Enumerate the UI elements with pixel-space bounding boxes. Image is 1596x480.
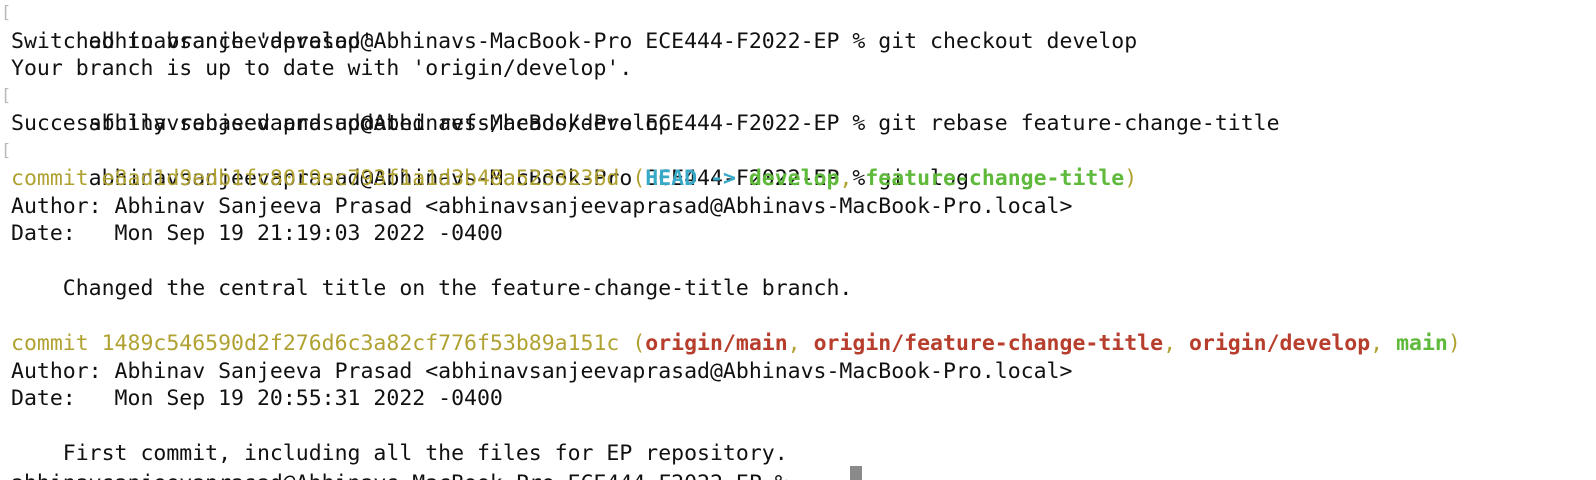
terminal-window[interactable]: [ abhinavsanjeevaprasad@Abhinavs-MacBook-… — [0, 0, 1596, 480]
author-line: Author: Abhinav Sanjeeva Prasad <abhinav… — [11, 193, 1073, 219]
prompt-line-rebase: [abhinavsanjeevaprasad@Abhinavs-MacBook-… — [0, 83, 1596, 137]
remote-ref: origin/develop — [1188, 331, 1371, 356]
commit-line: commit 1489c546590d2f276d6c3a82cf776f53b… — [11, 331, 1461, 356]
commit-message: Changed the central title on the feature… — [11, 276, 853, 301]
line-mark-bracket: [ — [1, 140, 12, 161]
line-mark-bracket: [ — [1, 3, 12, 23]
author-line: Author: Abhinav Sanjeeva Prasad <abhinav… — [11, 358, 1073, 384]
line-mark-bracket: [ — [1, 85, 12, 106]
commit-hash: e8ad1d9edb1fc8019ac793f1a1d3b48a5233236d — [101, 166, 620, 191]
prompt-line-log: [abhinavsanjeevaprasad@Abhinavs-MacBook-… — [0, 138, 1596, 192]
text-cursor — [850, 466, 862, 480]
output-line: Successfully rebased and updated refs/he… — [11, 111, 685, 136]
commit-line: commit e8ad1d9edb1fc8019ac793f1a1d3b48a5… — [11, 166, 1138, 191]
remote-ref: origin/main — [645, 331, 788, 356]
commit-message: First commit, including all the files fo… — [11, 441, 788, 466]
output-line: Switched to branch 'develop' — [11, 28, 374, 54]
branch-ref: feature-change-title — [865, 166, 1125, 191]
date-line: Date: Mon Sep 19 21:19:03 2022 -0400 — [11, 221, 503, 246]
commit-hash: 1489c546590d2f276d6c3a82cf776f53b89a151c — [101, 331, 620, 356]
prompt-line-checkout: [abhinavsanjeevaprasad@Abhinavs-MacBook-… — [0, 0, 1596, 54]
branch-ref: develop — [748, 166, 840, 191]
head-ref: HEAD -> — [645, 166, 749, 191]
remote-ref: origin/feature-change-title — [813, 331, 1164, 356]
output-line: Your branch is up to date with 'origin/d… — [11, 56, 633, 81]
branch-ref: main — [1396, 331, 1448, 356]
date-line: Date: Mon Sep 19 20:55:31 2022 -0400 — [11, 386, 503, 411]
next-prompt-partial: abhinavsanjeevaprasad@Abhinavs-MacBook-P… — [11, 470, 788, 480]
terminal-output: [abhinavsanjeevaprasad@Abhinavs-MacBook-… — [0, 0, 1596, 468]
